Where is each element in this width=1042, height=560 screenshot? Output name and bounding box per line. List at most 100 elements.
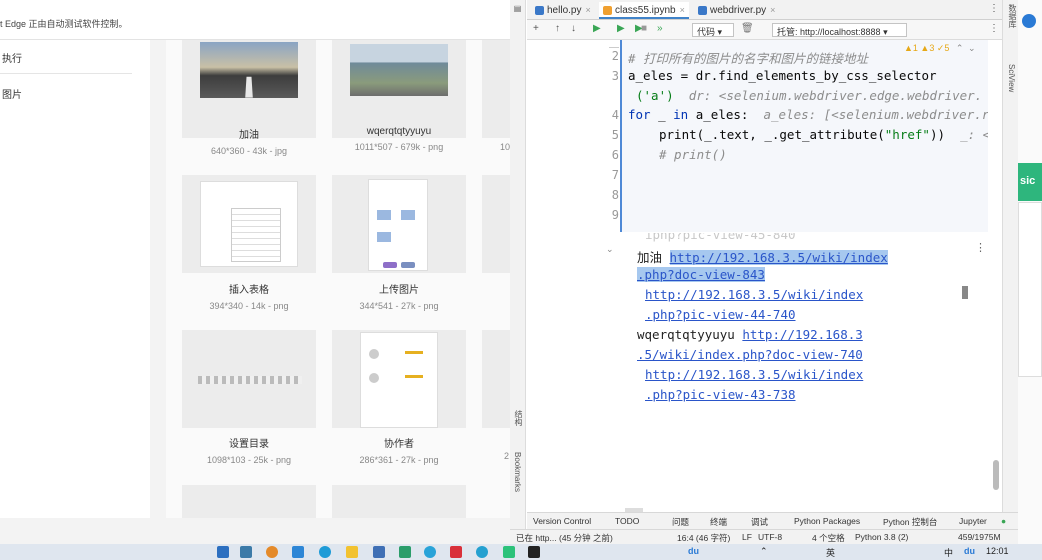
python-packages-tool[interactable]: Python Packages — [794, 516, 860, 526]
taskbar-app-icon[interactable] — [292, 546, 304, 558]
image-thumb-set-toc[interactable] — [182, 330, 316, 428]
server-select[interactable]: 托管: http://localhost:8888 ▾ — [772, 23, 907, 37]
taskbar-app-icon[interactable] — [399, 546, 411, 558]
line-number: 8 — [611, 188, 619, 202]
taskbar-app-icon[interactable] — [476, 546, 488, 558]
image-caption: 设置目录 1098*103 - 25k - png — [174, 435, 324, 465]
line-number: 7 — [611, 168, 619, 182]
tray-chevron-icon[interactable]: ⌃ — [760, 546, 768, 557]
event-log-icon[interactable]: ● — [1001, 516, 1006, 526]
taskbar-app-icon[interactable] — [217, 546, 229, 558]
output-menu-icon[interactable]: ⋮ — [975, 241, 986, 254]
output-link[interactable]: http://192.168.3.5/wiki/index — [645, 287, 863, 302]
image-thumb-partial-3[interactable] — [482, 330, 512, 428]
taskbar: du ⌃ 英 中 du 12:01 — [0, 544, 1042, 560]
image-thumb-upload-image[interactable] — [332, 175, 466, 273]
run-all-above-icon[interactable]: ▶ — [617, 23, 625, 34]
image-thumb-insert-table[interactable] — [182, 175, 316, 273]
more-toolbar-icon[interactable]: ⋮ — [989, 23, 999, 34]
image-meta: 344*541 - 27k - png — [359, 301, 439, 311]
jupyter-tool[interactable]: Jupyter — [959, 516, 987, 526]
file-encoding[interactable]: UTF-8 — [758, 532, 782, 542]
delete-icon[interactable]: 🗑 — [741, 23, 754, 34]
output-text: 加油 — [637, 250, 670, 265]
keyword: in — [673, 107, 689, 122]
close-icon[interactable]: × — [770, 5, 775, 15]
image-name: 设置目录 — [229, 439, 269, 450]
project-tool-icon[interactable]: ▤ — [513, 4, 522, 13]
python-console-tool[interactable]: Python 控制台 — [883, 516, 937, 528]
image-thumb-row4-1[interactable] — [182, 485, 316, 518]
python-file-icon — [535, 6, 544, 15]
terminal-tool[interactable]: 终端 — [710, 516, 727, 528]
cell-type-select[interactable]: 代码 ▾ — [692, 23, 734, 37]
output-link[interactable]: .5/wiki/index.php?doc-view-740 — [637, 347, 863, 362]
taskbar-app-icon[interactable] — [373, 546, 385, 558]
input-method-label[interactable]: 中 — [944, 546, 953, 559]
pycharm-icon[interactable] — [503, 546, 515, 558]
ime-indicator[interactable]: 英 — [826, 546, 835, 559]
baidu-input-icon[interactable]: du — [688, 546, 699, 556]
tab-class55-ipynb[interactable]: class55.ipynb × — [599, 2, 689, 19]
inspection-widget[interactable]: ▲1 ▲3 ✓5 ⌃ ⌄ — [904, 43, 976, 54]
terminal-icon[interactable] — [528, 546, 540, 558]
image-thumb-wqerqtqtyyuyu[interactable] — [332, 40, 466, 138]
run-all-cells-icon[interactable]: » — [657, 23, 663, 34]
line-separator[interactable]: LF — [742, 532, 752, 542]
output-scroll-thumb[interactable] — [962, 286, 968, 299]
python-interpreter[interactable]: Python 3.8 (2) — [855, 532, 908, 542]
structure-tool-label[interactable]: 结构 — [513, 410, 524, 426]
problems-tool[interactable]: 问题 — [672, 516, 689, 528]
taskbar-app-icon[interactable] — [424, 546, 436, 558]
version-control-tool[interactable]: Version Control — [533, 516, 591, 526]
caret-position[interactable]: 16:4 (46 字符) — [677, 532, 730, 544]
taskbar-app-icon[interactable] — [450, 546, 462, 558]
image-caption: wqerqtqtyyuyu 1011*507 - 679k - png — [324, 126, 474, 152]
taskbar-app-icon[interactable] — [240, 546, 252, 558]
close-icon[interactable]: × — [680, 5, 685, 15]
add-cell-icon[interactable]: + — [533, 23, 539, 34]
taskbar-app-icon[interactable] — [266, 546, 278, 558]
code-cell-editor[interactable]: # 打印所有的图片的名字和图片的链接地址 a_eles = dr.find_el… — [620, 40, 988, 232]
file-explorer-icon[interactable] — [346, 546, 358, 558]
more-tabs-icon[interactable]: ⋮ — [989, 3, 999, 14]
image-name: 协作者 — [384, 439, 414, 450]
edge-icon[interactable] — [319, 546, 331, 558]
output-text: wqerqtqtyyuyu — [637, 327, 743, 342]
editor-scrollbar[interactable] — [993, 460, 999, 490]
move-up-icon[interactable]: ↑ — [555, 23, 560, 34]
todo-tool[interactable]: TODO — [615, 516, 639, 526]
collapse-output-icon[interactable]: ⌄ — [606, 244, 614, 255]
output-link[interactable]: http://192.168.3 — [742, 327, 862, 342]
debug-tool[interactable]: 调试 — [751, 516, 768, 528]
clock[interactable]: 12:01 — [986, 546, 1009, 556]
bookmarks-tool-label[interactable]: Bookmarks — [513, 452, 522, 492]
tab-hello-py[interactable]: hello.py × — [531, 2, 595, 19]
indent-setting[interactable]: 4 个空格 — [812, 532, 845, 544]
code-line: for _ in a_eles: a_eles: [<selenium.webd… — [628, 107, 988, 122]
close-icon[interactable]: × — [585, 5, 590, 15]
memory-indicator[interactable]: 459/1975M — [958, 532, 1001, 542]
baidu-tray-icon[interactable]: du — [964, 546, 975, 556]
output-link[interactable]: .php?pic-view-44-740 — [645, 307, 796, 322]
image-thumb-partial-1[interactable] — [482, 40, 512, 138]
image-thumb-jiayou[interactable] — [182, 40, 316, 138]
image-thumb-row4-2[interactable] — [332, 485, 466, 518]
left-item-images[interactable]: 图片 — [2, 86, 22, 101]
tab-webdriver-py[interactable]: webdriver.py × — [694, 2, 779, 19]
line-number: 6 — [611, 148, 619, 162]
chevron-down-icon[interactable]: ⌄ — [968, 43, 976, 53]
output-link[interactable]: .php?pic-view-43-738 — [645, 387, 796, 402]
left-item-execute[interactable]: 执行 — [2, 50, 22, 65]
output-link[interactable]: http://192.168.3.5/wiki/index — [669, 250, 888, 265]
stop-kernel-icon[interactable]: ■ — [641, 23, 647, 34]
sciview-tool-label[interactable]: SciView — [1007, 64, 1016, 92]
image-thumb-partial-2[interactable] — [482, 175, 512, 273]
output-link[interactable]: .php?doc-view-843 — [637, 267, 765, 282]
run-cell-icon[interactable]: ▶ — [593, 23, 601, 34]
database-tool-label[interactable]: 数据库 — [1007, 4, 1018, 28]
output-link[interactable]: http://192.168.3.5/wiki/index — [645, 367, 863, 382]
move-down-icon[interactable]: ↓ — [571, 23, 576, 34]
image-thumb-collaborator[interactable] — [332, 330, 466, 428]
chevron-up-icon[interactable]: ⌃ — [956, 43, 964, 53]
